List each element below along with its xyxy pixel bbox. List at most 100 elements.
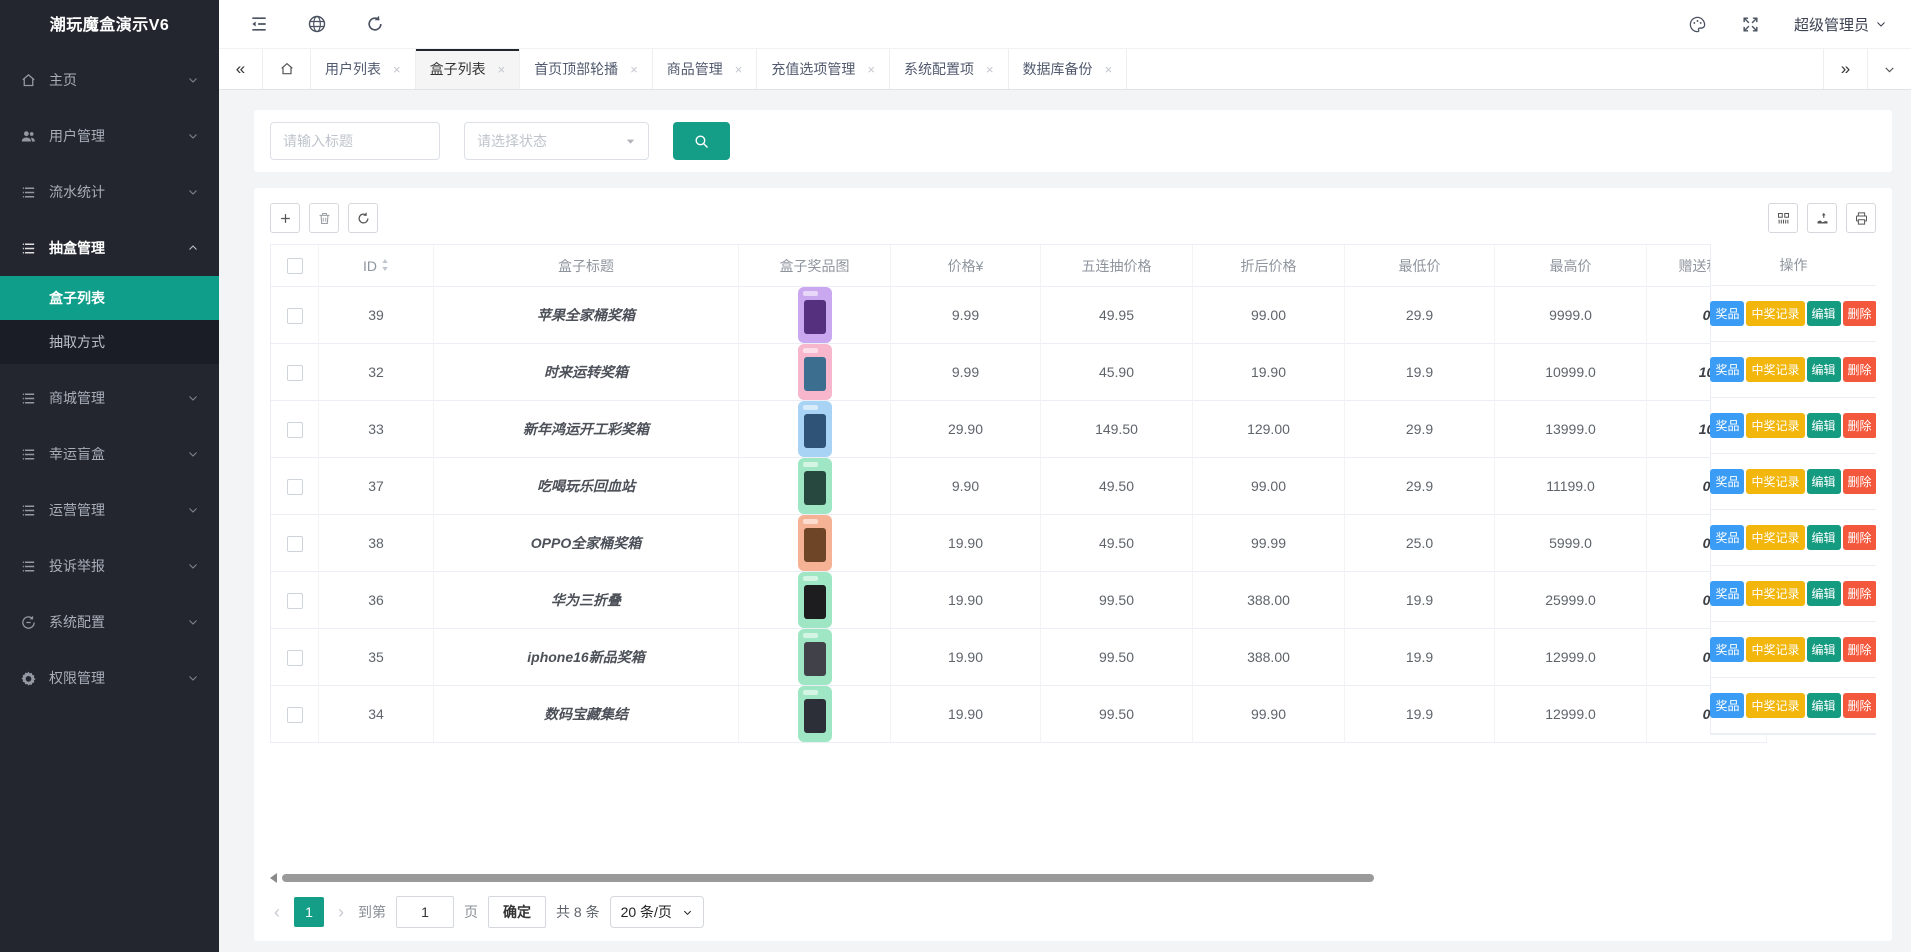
tabs-scroll-right-button[interactable]: » (1823, 49, 1867, 89)
sort-icon[interactable] (381, 258, 389, 272)
sidebar-item-complaints[interactable]: 投诉举报 (0, 544, 219, 588)
win-records-button[interactable]: 中奖记录 (1746, 637, 1804, 662)
page-size-select[interactable]: 20 条/页 (610, 896, 704, 928)
tab-goods-management[interactable]: 商品管理× (653, 49, 758, 89)
box-prize-image[interactable] (798, 572, 832, 628)
globe-icon[interactable] (307, 14, 327, 34)
close-icon[interactable]: × (498, 62, 506, 77)
sidebar-item-permissions[interactable]: 权限管理 (0, 656, 219, 700)
tabs-menu-button[interactable] (1867, 49, 1911, 89)
close-icon[interactable]: × (1105, 62, 1113, 77)
prizes-button[interactable]: 奖品 (1710, 413, 1744, 438)
delete-button[interactable]: 删除 (1843, 581, 1876, 606)
sidebar-item-box-management[interactable]: 抽盒管理 (0, 226, 219, 270)
prizes-button[interactable]: 奖品 (1710, 525, 1744, 550)
tabs-scroll-left-button[interactable]: « (219, 49, 263, 89)
close-icon[interactable]: × (986, 62, 994, 77)
tab-home-carousel[interactable]: 首页顶部轮播× (520, 49, 653, 89)
search-button[interactable] (673, 122, 730, 160)
delete-button[interactable]: 删除 (1843, 413, 1876, 438)
edit-button[interactable]: 编辑 (1807, 469, 1841, 494)
delete-selected-button[interactable] (309, 203, 339, 233)
box-prize-image[interactable] (798, 686, 832, 742)
sidebar-item-home[interactable]: 主页 (0, 58, 219, 102)
win-records-button[interactable]: 中奖记录 (1746, 301, 1804, 326)
delete-button[interactable]: 删除 (1843, 301, 1876, 326)
win-records-button[interactable]: 中奖记录 (1746, 525, 1804, 550)
export-button[interactable] (1807, 203, 1837, 233)
scrollbar-thumb[interactable] (282, 874, 1374, 882)
box-prize-image[interactable] (798, 515, 832, 571)
tab-system-config-items[interactable]: 系统配置项× (890, 49, 1009, 89)
edit-button[interactable]: 编辑 (1807, 581, 1841, 606)
edit-button[interactable]: 编辑 (1807, 637, 1841, 662)
next-page-icon[interactable]: › (334, 903, 348, 921)
close-icon[interactable]: × (867, 62, 875, 77)
win-records-button[interactable]: 中奖记录 (1746, 469, 1804, 494)
delete-button[interactable]: 删除 (1843, 525, 1876, 550)
delete-button[interactable]: 删除 (1843, 469, 1876, 494)
sidebar-fold-icon[interactable] (249, 14, 269, 34)
close-icon[interactable]: × (393, 62, 401, 77)
sidebar-item-users[interactable]: 用户管理 (0, 114, 219, 158)
edit-button[interactable]: 编辑 (1807, 413, 1841, 438)
prizes-button[interactable]: 奖品 (1710, 637, 1744, 662)
box-prize-image[interactable] (798, 287, 832, 343)
user-menu[interactable]: 超级管理员 (1794, 14, 1887, 35)
header-id[interactable]: ID (319, 245, 434, 287)
sidebar-item-system-config[interactable]: 系统配置 (0, 600, 219, 644)
sidebar-item-statistics[interactable]: 流水统计 (0, 170, 219, 214)
delete-button[interactable]: 删除 (1843, 637, 1876, 662)
prizes-button[interactable]: 奖品 (1710, 469, 1744, 494)
sidebar-item-operations[interactable]: 运营管理 (0, 488, 219, 532)
theme-palette-icon[interactable] (1688, 15, 1707, 34)
prizes-button[interactable]: 奖品 (1710, 301, 1744, 326)
row-checkbox[interactable] (287, 308, 303, 324)
edit-button[interactable]: 编辑 (1807, 693, 1841, 718)
edit-button[interactable]: 编辑 (1807, 525, 1841, 550)
box-prize-image[interactable] (798, 458, 832, 514)
row-checkbox[interactable] (287, 650, 303, 666)
scroll-left-arrow-icon[interactable] (270, 873, 277, 883)
prizes-button[interactable]: 奖品 (1710, 693, 1744, 718)
sidebar-subitem-box-list[interactable]: 盒子列表 (0, 276, 219, 320)
fullscreen-icon[interactable] (1741, 15, 1760, 34)
add-button[interactable] (270, 203, 300, 233)
select-all-checkbox[interactable] (287, 258, 303, 274)
box-prize-image[interactable] (798, 401, 832, 457)
row-checkbox[interactable] (287, 365, 303, 381)
row-checkbox[interactable] (287, 707, 303, 723)
edit-button[interactable]: 编辑 (1807, 357, 1841, 382)
tab-database-backup[interactable]: 数据库备份× (1009, 49, 1128, 89)
prizes-button[interactable]: 奖品 (1710, 581, 1744, 606)
delete-button[interactable]: 删除 (1843, 693, 1876, 718)
prev-page-icon[interactable]: ‹ (270, 903, 284, 921)
edit-button[interactable]: 编辑 (1807, 301, 1841, 326)
delete-button[interactable]: 删除 (1843, 357, 1876, 382)
win-records-button[interactable]: 中奖记录 (1746, 693, 1804, 718)
win-records-button[interactable]: 中奖记录 (1746, 357, 1804, 382)
close-icon[interactable]: × (735, 62, 743, 77)
refresh-icon[interactable] (365, 14, 385, 34)
box-prize-image[interactable] (798, 344, 832, 400)
sidebar-item-mall[interactable]: 商城管理 (0, 376, 219, 420)
close-icon[interactable]: × (630, 62, 638, 77)
title-search-input[interactable] (270, 122, 440, 160)
column-settings-button[interactable] (1768, 203, 1798, 233)
print-button[interactable] (1846, 203, 1876, 233)
prizes-button[interactable]: 奖品 (1710, 357, 1744, 382)
win-records-button[interactable]: 中奖记录 (1746, 581, 1804, 606)
sidebar-item-lucky-box[interactable]: 幸运盲盒 (0, 432, 219, 476)
tab-recharge-options[interactable]: 充值选项管理× (757, 49, 890, 89)
row-checkbox[interactable] (287, 593, 303, 609)
tab-box-list[interactable]: 盒子列表× (416, 49, 521, 89)
confirm-button[interactable]: 确定 (488, 896, 546, 928)
row-checkbox[interactable] (287, 422, 303, 438)
page-number-button[interactable]: 1 (294, 897, 324, 927)
win-records-button[interactable]: 中奖记录 (1746, 413, 1804, 438)
horizontal-scrollbar[interactable] (270, 871, 1876, 885)
row-checkbox[interactable] (287, 536, 303, 552)
status-select[interactable]: 请选择状态 (464, 122, 649, 160)
sidebar-subitem-draw-method[interactable]: 抽取方式 (0, 320, 219, 364)
tab-user-list[interactable]: 用户列表× (311, 49, 416, 89)
